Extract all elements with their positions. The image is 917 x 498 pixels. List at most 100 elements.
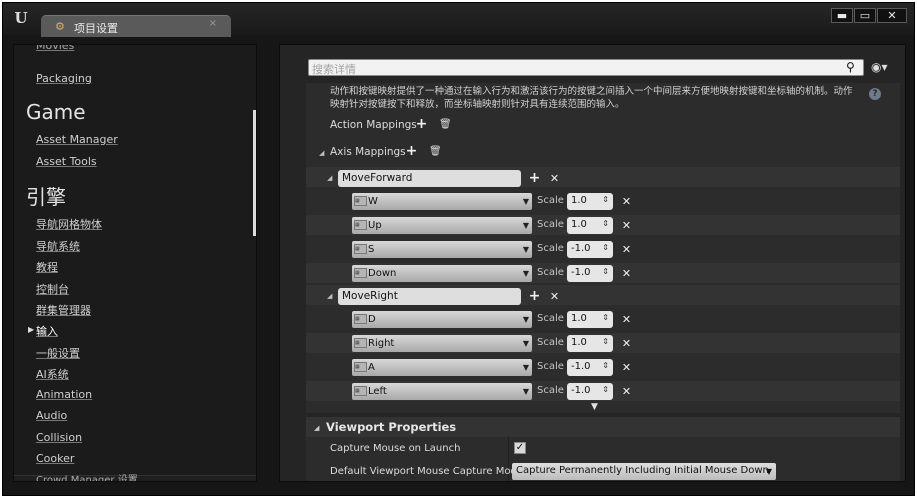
- key-selector[interactable]: ▦ A ▼: [352, 359, 532, 376]
- remove-key-close-icon[interactable]: ✕: [621, 196, 632, 207]
- sidebar-item-crowd-settings[interactable]: Crowd Manager 设置: [36, 471, 138, 481]
- key-selector[interactable]: ▦ W ▼: [352, 193, 532, 210]
- scale-input[interactable]: 1.0 ⇕: [567, 311, 613, 328]
- expand-more-chevron-icon[interactable]: ▼: [591, 402, 598, 412]
- sidebar-item-movies[interactable]: Movies: [36, 45, 74, 52]
- viewport-properties-header[interactable]: ◢ Viewport Properties: [306, 417, 900, 437]
- dropdown-arrow-icon: ▼: [522, 245, 529, 254]
- clear-action-mappings-trash-icon[interactable]: 🗑: [439, 119, 452, 130]
- key-selector[interactable]: ▦ Up ▼: [352, 217, 532, 234]
- scale-input[interactable]: -1.0 ⇕: [567, 359, 613, 376]
- capture-mouse-checkbox[interactable]: ✓: [514, 442, 526, 454]
- selected-arrow-icon: ▶: [28, 325, 35, 334]
- scale-input[interactable]: -1.0 ⇕: [567, 241, 613, 258]
- remove-key-close-icon[interactable]: ✕: [621, 338, 632, 349]
- keyboard-icon: ▦: [354, 196, 367, 206]
- spin-arrows-icon[interactable]: ⇕: [602, 267, 609, 276]
- sidebar-item-input[interactable]: 输入: [36, 323, 58, 339]
- remove-axis-close-icon[interactable]: ✕: [549, 291, 560, 302]
- key-selector[interactable]: ▦ S ▼: [352, 241, 532, 258]
- spin-arrows-icon[interactable]: ⇕: [602, 385, 609, 394]
- sidebar-scrollbar[interactable]: [253, 110, 256, 236]
- tab-project-settings[interactable]: ⚙ 项目设置 ×: [41, 15, 231, 37]
- dropdown-arrow-icon: ▼: [522, 269, 529, 278]
- action-mappings-label: Action Mappings: [330, 119, 417, 131]
- sidebar-item-crowd-manager[interactable]: 群集管理器: [36, 302, 91, 318]
- keyboard-icon: ▦: [354, 338, 367, 348]
- sidebar-item-general[interactable]: 一般设置: [36, 345, 80, 361]
- help-icon[interactable]: ?: [869, 88, 881, 100]
- key-selector[interactable]: ▦ Right ▼: [352, 335, 532, 352]
- close-button[interactable]: ✕: [877, 8, 907, 23]
- sidebar-item-navmesh[interactable]: 导航网格物体: [36, 216, 102, 232]
- axis-key-row: ▦ Right ▼ Scale 1.0 ⇕ ✕: [306, 333, 900, 353]
- scale-input[interactable]: -1.0 ⇕: [567, 383, 613, 400]
- add-key-plus-icon[interactable]: +: [528, 171, 541, 185]
- view-options-eye-icon[interactable]: ◉▾: [871, 60, 888, 74]
- tab-close-icon[interactable]: ×: [209, 18, 217, 29]
- add-key-plus-icon[interactable]: +: [528, 289, 541, 303]
- remove-key-close-icon[interactable]: ✕: [621, 220, 632, 231]
- sidebar-item-asset-manager[interactable]: Asset Manager: [36, 133, 118, 146]
- scale-label: Scale: [537, 337, 564, 348]
- axis-name-field[interactable]: MoveForward: [338, 170, 521, 187]
- dropdown-arrow-icon: ▼: [522, 221, 529, 230]
- viewport-properties-section: ◢ Viewport Properties Capture Mouse on L…: [306, 417, 900, 481]
- unreal-logo: U: [14, 9, 28, 27]
- capture-mode-select[interactable]: Capture Permanently Including Initial Mo…: [512, 463, 776, 480]
- sidebar-item-audio[interactable]: Audio: [36, 409, 67, 422]
- clear-axis-mappings-trash-icon[interactable]: 🗑: [429, 146, 442, 157]
- scale-input[interactable]: 1.0 ⇕: [567, 217, 613, 234]
- add-axis-mapping-plus-icon[interactable]: +: [405, 144, 418, 158]
- sidebar-item-tutorial[interactable]: 教程: [36, 259, 58, 275]
- scale-input[interactable]: 1.0 ⇕: [567, 335, 613, 352]
- axis-key-row: ▦ Up ▼ Scale 1.0 ⇕ ✕: [306, 215, 900, 235]
- remove-axis-close-icon[interactable]: ✕: [549, 173, 560, 184]
- dropdown-arrow-icon: ▼: [765, 467, 772, 476]
- minimize-button[interactable]: ▬: [831, 8, 853, 23]
- remove-key-close-icon[interactable]: ✕: [621, 268, 632, 279]
- spin-arrows-icon[interactable]: ⇕: [602, 361, 609, 370]
- sidebar-item-ai-system[interactable]: AI系统: [36, 366, 69, 382]
- keyboard-icon: ▦: [354, 268, 367, 278]
- search-placeholder: 搜索详情: [312, 63, 356, 76]
- sidebar-item-animation[interactable]: Animation: [36, 388, 92, 401]
- title-bar: U ⚙ 项目设置 × ▬ ▭ ✕: [3, 3, 914, 37]
- key-selector[interactable]: ▦ Down ▼: [352, 265, 532, 282]
- search-details-input[interactable]: 搜索详情 ⚲: [308, 59, 864, 76]
- settings-gear-icon: ⚙: [55, 20, 65, 33]
- key-value: W: [368, 196, 378, 207]
- sidebar-item-collision[interactable]: Collision: [36, 431, 82, 444]
- spin-arrows-icon[interactable]: ⇕: [602, 243, 609, 252]
- key-selector[interactable]: ▦ Left ▼: [352, 383, 532, 400]
- key-value: S: [368, 244, 375, 255]
- collapse-triangle-icon[interactable]: ◢: [319, 149, 324, 157]
- sidebar-item-asset-tools[interactable]: Asset Tools: [36, 155, 97, 168]
- sidebar-item-console[interactable]: 控制台: [36, 281, 69, 297]
- spin-arrows-icon[interactable]: ⇕: [602, 313, 609, 322]
- remove-key-close-icon[interactable]: ✕: [621, 362, 632, 373]
- sidebar-item-packaging[interactable]: Packaging: [36, 72, 92, 85]
- collapse-triangle-icon[interactable]: ◢: [327, 174, 332, 182]
- spin-arrows-icon[interactable]: ⇕: [602, 219, 609, 228]
- axis-key-row: ▦ Left ▼ Scale -1.0 ⇕ ✕: [306, 381, 900, 401]
- axis-name-field[interactable]: MoveRight: [338, 288, 521, 305]
- remove-key-close-icon[interactable]: ✕: [621, 314, 632, 325]
- search-icon[interactable]: ⚲: [846, 61, 859, 74]
- sidebar-item-cooker[interactable]: Cooker: [36, 452, 74, 465]
- sidebar-item-navigation-system[interactable]: 导航系统: [36, 238, 80, 254]
- default-capture-mode-label: Default Viewport Mouse Capture Mod: [330, 466, 517, 477]
- scale-input[interactable]: -1.0 ⇕: [567, 265, 613, 282]
- maximize-button[interactable]: ▭: [854, 8, 876, 23]
- add-action-mapping-plus-icon[interactable]: +: [415, 117, 428, 131]
- collapse-triangle-icon[interactable]: ◢: [314, 424, 319, 432]
- key-value: D: [368, 314, 376, 325]
- sidebar-header-game: Game: [26, 100, 86, 124]
- spin-arrows-icon[interactable]: ⇕: [602, 337, 609, 346]
- spin-arrows-icon[interactable]: ⇕: [602, 195, 609, 204]
- remove-key-close-icon[interactable]: ✕: [621, 386, 632, 397]
- remove-key-close-icon[interactable]: ✕: [621, 244, 632, 255]
- scale-input[interactable]: 1.0 ⇕: [567, 193, 613, 210]
- collapse-triangle-icon[interactable]: ◢: [327, 292, 332, 300]
- key-selector[interactable]: ▦ D ▼: [352, 311, 532, 328]
